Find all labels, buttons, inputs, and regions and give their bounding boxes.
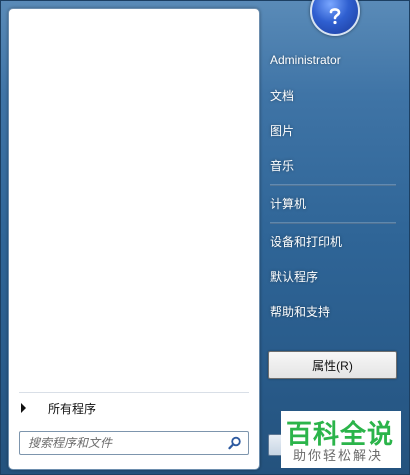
- search-icon[interactable]: [228, 436, 242, 450]
- right-item-label: 帮助和支持: [270, 304, 331, 319]
- right-item-pictures[interactable]: 图片: [270, 116, 395, 144]
- search-input[interactable]: [20, 433, 228, 453]
- arrow-right-icon: [21, 403, 26, 413]
- all-programs-button[interactable]: 所有程序: [19, 392, 249, 423]
- separator: [270, 184, 396, 186]
- search-box[interactable]: [19, 431, 249, 455]
- right-item-label: 图片: [270, 123, 295, 138]
- right-item-label: 默认程序: [270, 269, 319, 284]
- right-item-computer[interactable]: 计算机: [270, 189, 395, 217]
- programs-pane: 所有程序: [8, 8, 260, 470]
- right-item-devices-printers[interactable]: 设备和打印机: [270, 227, 395, 255]
- right-item-label: 音乐: [270, 158, 295, 173]
- right-item-label: Administrator: [270, 53, 341, 67]
- user-picture[interactable]: [310, 0, 360, 36]
- separator: [270, 222, 396, 224]
- start-menu: 所有程序 Administrator 文档 图片 音乐 计算机 设备和打印机 默…: [0, 0, 410, 475]
- right-item-label: 文档: [270, 88, 295, 103]
- help-question-icon: [329, 8, 341, 25]
- right-item-administrator[interactable]: Administrator: [270, 46, 395, 74]
- watermark-subtitle: 助你轻松解决: [293, 449, 384, 464]
- right-item-label: 设备和打印机: [270, 234, 343, 249]
- right-item-help-support[interactable]: 帮助和支持: [270, 297, 395, 325]
- right-item-label: 计算机: [270, 196, 307, 211]
- all-programs-label: 所有程序: [48, 401, 97, 416]
- right-item-documents[interactable]: 文档: [270, 81, 395, 109]
- watermark-logo: 百科全说 助你轻松解决: [281, 411, 401, 468]
- right-item-music[interactable]: 音乐: [270, 151, 395, 179]
- properties-menu-item[interactable]: 属性(R): [268, 351, 397, 379]
- properties-label: 属性(R): [312, 358, 353, 373]
- pinned-programs-list: [9, 9, 259, 389]
- right-item-default-programs[interactable]: 默认程序: [270, 262, 395, 290]
